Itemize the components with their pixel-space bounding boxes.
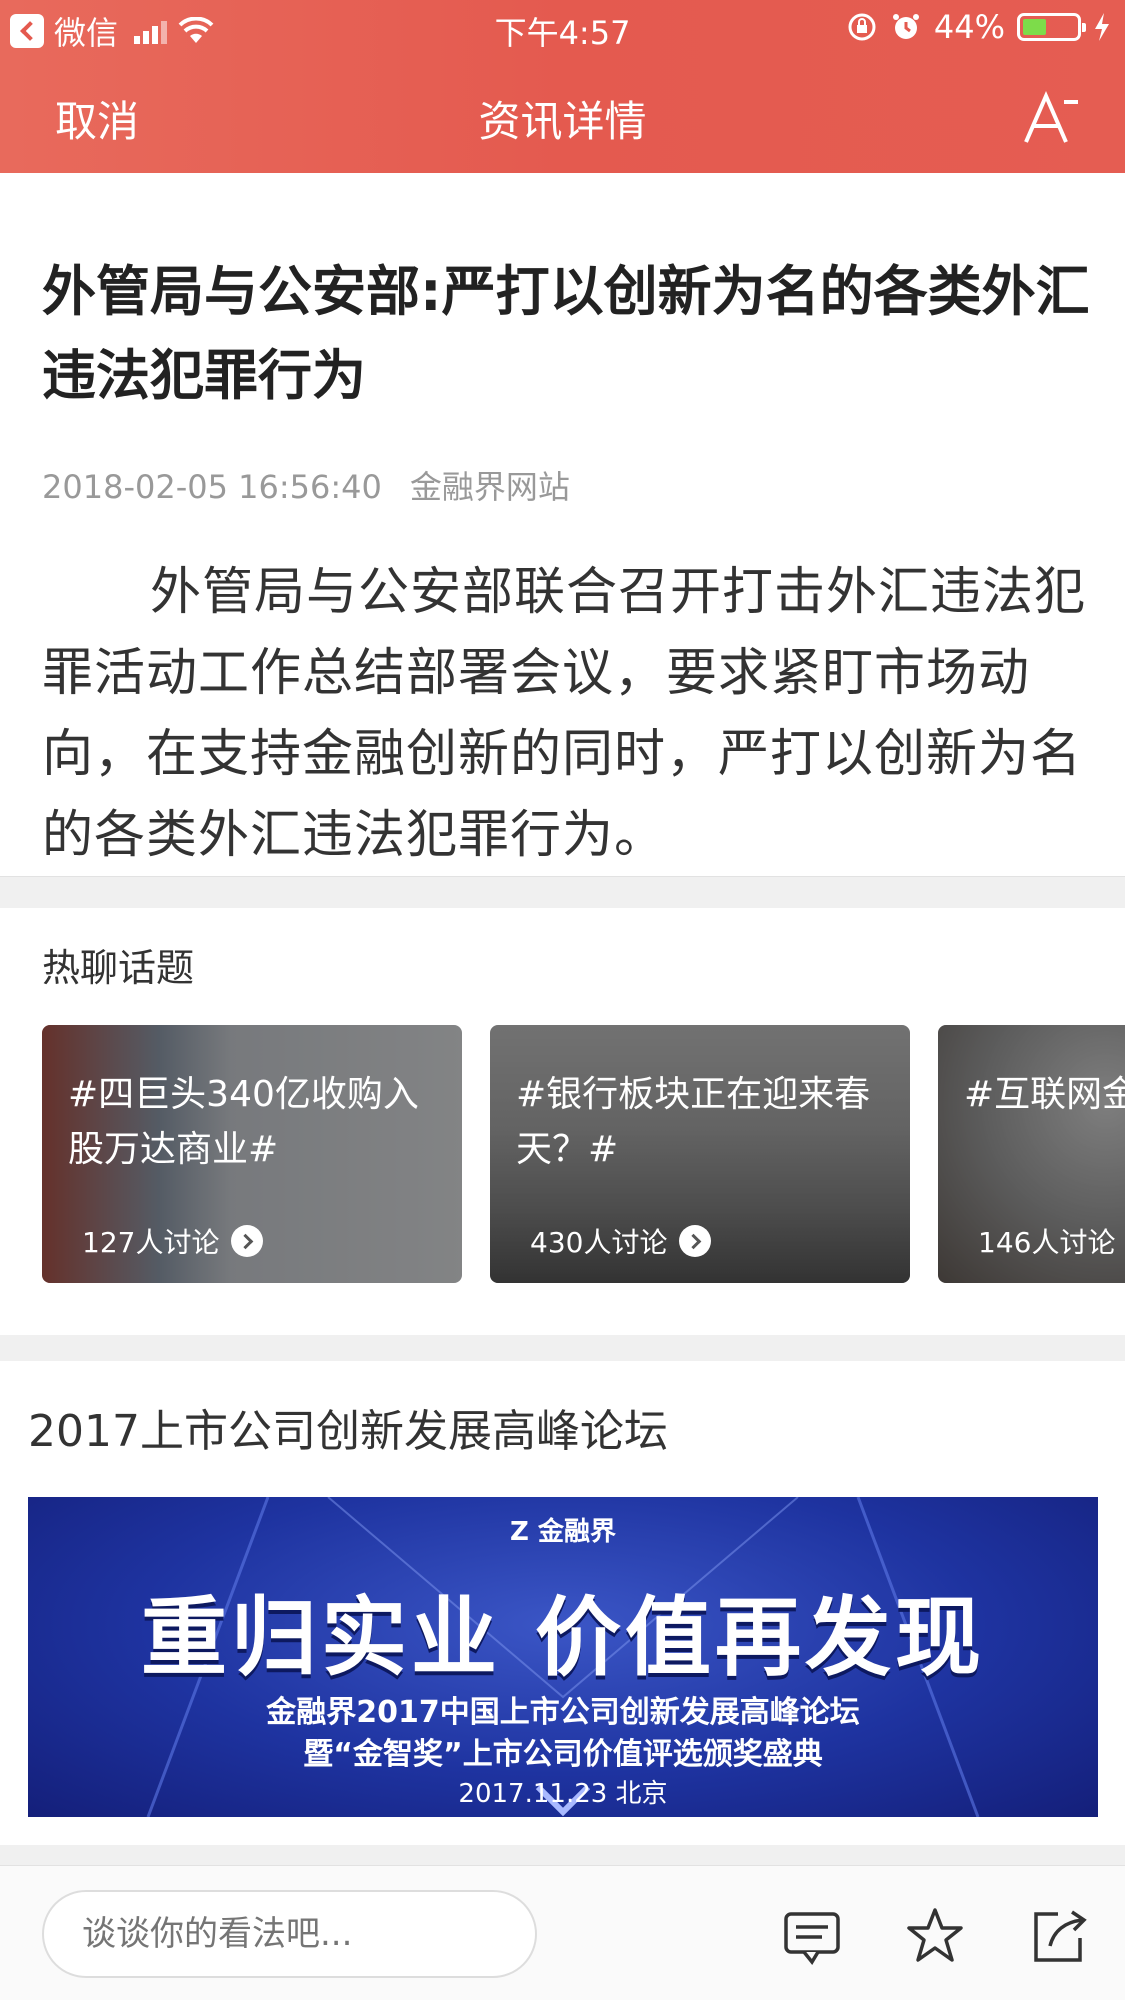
battery-percent: 44%	[933, 8, 1005, 46]
article-title: 外管局与公安部:严打以创新为名的各类外汇违法犯罪行为	[42, 260, 1090, 407]
page-title: 资讯详情	[478, 97, 647, 146]
banner-line-1: 金融界2017中国上市公司创新发展高峰论坛	[266, 1695, 860, 1730]
topic-title: #互联网金融发#	[964, 1074, 1125, 1115]
charging-icon	[1095, 13, 1109, 41]
comment-icon[interactable]	[782, 1906, 842, 1966]
battery-icon	[1017, 13, 1086, 41]
topic-title: #银行板块正在迎来春天？#	[516, 1074, 871, 1170]
topic-count: 430人讨论	[530, 1221, 712, 1261]
alarm-icon	[892, 14, 919, 39]
section-divider	[0, 1335, 1125, 1361]
topic-title: #四巨头340亿收购入股万达商业#	[68, 1074, 419, 1170]
banner-line-2: 暨“金智奖”上市公司价值评选颁奖盛典	[303, 1737, 823, 1772]
star-icon[interactable]	[905, 1906, 965, 1966]
banner-line-3: 2017.11.23 北京	[458, 1779, 668, 1809]
banner-headline: 重归实业 价值再发现	[141, 1588, 985, 1688]
header: 微信 下午4:57 44% 取消 资讯详情	[0, 0, 1125, 173]
article-date: 2018-02-05 16:56:40	[42, 468, 382, 506]
chevron-right-icon[interactable]	[231, 1225, 264, 1257]
topic-card[interactable]: #四巨头340亿收购入股万达商业# 127人讨论	[42, 1025, 462, 1283]
forum-banner[interactable]: Z 金融界 重归实业 价值再发现 金融界2017中国上市公司创新发展高峰论坛 暨…	[28, 1497, 1098, 1817]
font-size-icon[interactable]	[1020, 90, 1080, 146]
section-divider	[0, 1845, 1125, 1865]
topic-count: 146人讨论	[978, 1226, 1116, 1259]
status-bar: 微信 下午4:57 44%	[0, 0, 1125, 56]
article-summary: 外管局与公安部联合召开打击外汇违法犯罪活动工作总结部署会议，要求紧盯市场动向，在…	[42, 563, 1087, 865]
rotation-lock-icon	[848, 13, 876, 41]
topic-card[interactable]: #银行板块正在迎来春天？# 430人讨论	[490, 1025, 910, 1283]
article-meta: 2018-02-05 16:56:40 金融界网站	[42, 462, 570, 508]
share-icon[interactable]	[1028, 1906, 1088, 1966]
chevron-right-icon[interactable]	[679, 1225, 712, 1257]
forum-title: 2017上市公司创新发展高峰论坛	[28, 1406, 668, 1457]
hot-topics-carousel[interactable]: #四巨头340亿收购入股万达商业# 127人讨论 #银行板块正在迎来春天？# 4…	[42, 1025, 1125, 1283]
topic-card[interactable]: #互联网金融发# 146人讨论	[938, 1025, 1125, 1283]
topic-count: 127人讨论	[82, 1221, 264, 1261]
section-divider	[0, 876, 1125, 908]
status-right: 44%	[846, 8, 1111, 46]
hot-topics-title: 热聊话题	[42, 946, 195, 990]
bottom-bar	[0, 1865, 1125, 2000]
comment-input[interactable]	[42, 1890, 537, 1978]
article-source: 金融界网站	[409, 468, 570, 506]
banner-logo: Z 金融界	[510, 1517, 616, 1547]
